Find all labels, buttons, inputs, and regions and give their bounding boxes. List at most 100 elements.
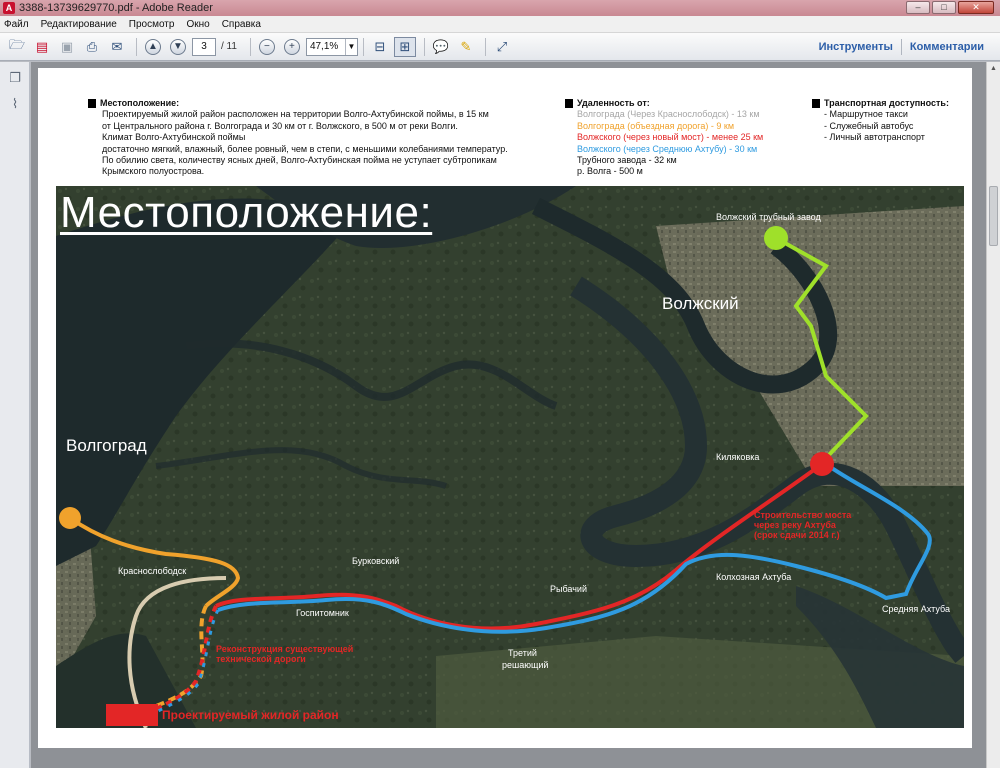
scroll-up-icon[interactable]: ▲ [987,62,1000,76]
scroll-pages-icon: ⊟ [374,38,386,54]
window-title: 3388-13739629770.pdf - Adobe Reader [19,2,213,14]
highlight-button[interactable]: ✎ [455,37,477,57]
page-number-input[interactable]: 3 [192,37,216,56]
toolbar-panels: Инструменты Комментарии [811,39,992,55]
email-button[interactable]: ✉ [106,37,128,57]
full-screen-button[interactable]: ⤢ [491,37,513,57]
label-reshayushchiy: решающий [502,660,549,670]
transport-heading: Транспортная доступность: [812,98,972,109]
scrollbar-thumb[interactable] [989,186,998,246]
label-tretiy: Третий [508,648,537,658]
bullet-square-icon [812,99,820,109]
save-button[interactable]: ▣ [56,37,78,57]
menu-edit[interactable]: Редактирование [41,19,117,30]
bridge-note: Строительство моста через реку Ахтуба (с… [754,510,851,540]
label-kolkhoznaya-akhtuba: Колхозная Ахтуба [716,572,792,582]
fit-page-button[interactable]: ⊞ [393,36,416,57]
menu-window[interactable]: Окно [186,19,209,30]
toolbar-separator [423,37,425,56]
satellite-map: Местоположение: Волгоград Волжский Волжс… [56,186,964,728]
transport-item: - Служебный автобус [824,120,914,131]
distance-item: Волгограда (Через Краснослободск) - 13 к… [577,109,760,120]
tools-pane-button[interactable]: Инструменты [811,41,901,53]
menu-file[interactable]: Файл [4,19,29,30]
arrow-down-icon: ▼ [170,38,186,55]
folder-open-icon: 🗁 [8,36,26,52]
label-volzhsky: Волжский [662,294,739,313]
location-line: от Центрального района г. Волгограда и 3… [102,120,458,131]
label-gospitomnik: Госпитомник [296,608,349,618]
location-line: Проектируемый жилой район расположен на … [102,109,489,120]
fit-page-icon: ⊞ [399,38,411,54]
expand-icon: ⤢ [496,38,508,54]
comments-pane-button[interactable]: Комментарии [902,41,992,53]
vertical-scrollbar[interactable]: ▲ [986,62,1000,768]
volgograd-marker [59,507,81,529]
previous-page-button[interactable]: ▲ [142,37,164,57]
distance-item: Волгограда (объездная дорога) - 9 км [577,120,735,131]
maximize-button[interactable]: □ [932,1,956,14]
print-button[interactable]: ⎙ [81,37,103,57]
open-file-button[interactable]: 🗁 [6,37,28,57]
minimize-button[interactable]: – [906,1,930,14]
menu-help[interactable]: Справка [222,19,261,30]
printer-icon: ⎙ [86,38,98,54]
page-thumbnails-icon[interactable]: ❐ [7,70,23,86]
arrow-up-icon: ▲ [145,38,161,55]
map-title: Местоположение: [60,188,433,237]
next-page-button[interactable]: ▼ [167,37,189,57]
add-comment-button[interactable]: 💬 [430,37,452,57]
road-note: Реконструкция существующей технической д… [216,644,353,664]
zoom-select[interactable]: 47,1% ▼ [305,37,358,56]
zoom-in-button[interactable]: + [281,37,303,57]
toolbar-separator [362,37,364,56]
zoom-out-button[interactable]: − [256,37,278,57]
label-krasnoslobodsk: Краснослободск [118,566,187,576]
road-note-line: Реконструкция существующей [216,644,354,654]
transport-block: Транспортная доступность: - Маршрутное т… [812,98,972,144]
adobe-reader-icon: A [3,2,15,14]
distance-item: р. Волга - 500 м [577,166,643,177]
location-block: Местоположение: Проектируемый жилой райо… [88,98,558,178]
bullet-square-icon [88,99,96,109]
distance-item: Волжского (через новый мост) - менее 25 … [577,132,764,143]
label-projected-district: Проектируемый жилой район [162,708,339,722]
attachments-icon[interactable]: ⌇ [7,96,23,112]
bullet-square-icon [565,99,573,109]
distance-item: Волжского (через Среднюю Ахтубу) - 30 км [577,143,758,154]
toolbar-separator [249,37,251,56]
pdf-page: Местоположение: Проектируемый жилой райо… [38,68,972,748]
window-controls: – □ ✕ [906,1,994,14]
label-kilyakovka: Киляковка [716,452,760,462]
label-burkovsky: Бурковский [352,556,400,566]
page-total: / 11 [221,41,237,52]
create-pdf-button[interactable]: ▤ [31,37,53,57]
menu-view[interactable]: Просмотр [129,19,175,30]
title-bar: A 3388-13739629770.pdf - Adobe Reader – … [0,0,1000,16]
bridge-note-line: Строительство моста [754,510,852,520]
comment-icon: 💬 [432,38,450,54]
scroll-mode-button[interactable]: ⊟ [369,37,391,57]
location-line: Климат Волго-Ахтубинской поймы [102,132,246,143]
location-heading: Местоположение: [88,98,558,109]
distance-block: Удаленность от: Волгограда (Через Красно… [565,98,795,178]
toolbar-separator [484,37,486,56]
toolbar-separator [136,37,137,56]
location-line: Крымского полуострова. [102,166,205,177]
menu-bar: Файл Редактирование Просмотр Окно Справк… [0,16,1000,33]
distance-item: Трубного завода - 32 км [577,155,677,166]
chevron-down-icon: ▼ [344,38,357,55]
kilyakovka-marker [810,452,834,476]
save-icon: ▣ [60,38,74,54]
plus-icon: + [283,38,300,55]
distance-heading: Удаленность от: [565,98,795,109]
road-note-line: технической дороги [216,654,306,664]
label-volgograd: Волгоград [66,436,147,455]
close-button[interactable]: ✕ [958,1,994,14]
label-srednyaya-akhtuba: Средняя Ахтуба [882,604,950,614]
toolbar: 🗁 ▤ ▣ ⎙ ✉ ▲ ▼ 3 / 11 − + 47,1% ▼ ⊟ ⊞ 💬 ✎… [0,33,1000,61]
create-pdf-icon: ▤ [35,38,49,54]
pipe-plant-marker [764,226,788,250]
bridge-note-line: (срок сдачи 2014 г.) [754,530,840,540]
envelope-icon: ✉ [111,38,123,54]
